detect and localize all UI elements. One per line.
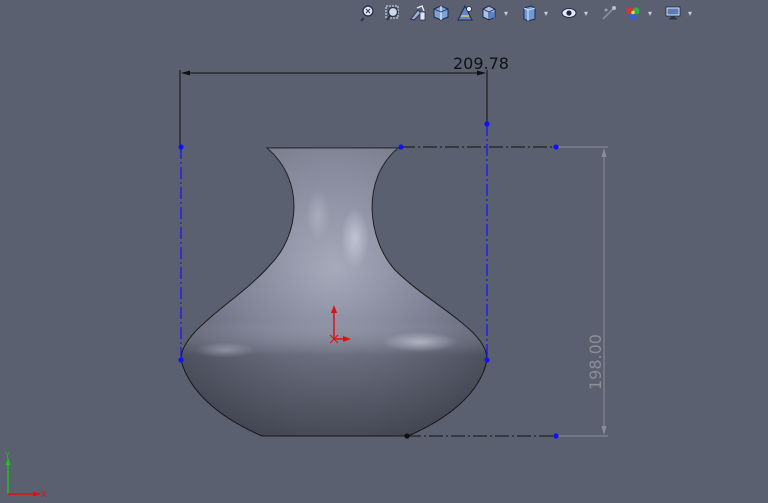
width-dimension[interactable]: 209.78	[179, 54, 509, 147]
view-settings-icon	[665, 6, 681, 20]
dynamic-annotation-view-button[interactable]	[454, 2, 476, 24]
section-view-button[interactable]	[430, 2, 452, 24]
zoom-to-area-icon	[385, 5, 399, 21]
display-style-button[interactable]	[518, 2, 540, 24]
dynamic-annotation-view-icon	[457, 4, 473, 21]
zoom-to-area-button[interactable]	[382, 2, 404, 24]
sketch-canvas[interactable]: 209.78 198.00 Y X	[0, 0, 768, 503]
apply-scene-button[interactable]	[622, 2, 644, 24]
height-dimension[interactable]: 198.00	[558, 146, 608, 437]
hide-show-items-button[interactable]	[558, 2, 580, 24]
reference-triad-icon[interactable]: Y X	[4, 451, 47, 499]
view-settings-dropdown[interactable]: ▾	[686, 2, 694, 24]
hide-show-items-icon	[561, 8, 577, 18]
apply-scene-dropdown[interactable]: ▾	[646, 2, 654, 24]
edit-appearance-button[interactable]	[598, 2, 620, 24]
zoom-to-fit-button[interactable]	[358, 2, 380, 24]
graphics-viewport[interactable]: 209.78 198.00 Y X ▾ ▾ ▾ ▾ ▾	[0, 0, 768, 503]
edit-appearance-icon	[602, 6, 616, 20]
width-dimension-value[interactable]: 209.78	[453, 54, 509, 73]
view-orientation-dropdown[interactable]: ▾	[502, 2, 510, 24]
view-orientation-button[interactable]	[478, 2, 500, 24]
triad-y-label: Y	[4, 451, 10, 460]
previous-view-button[interactable]	[406, 2, 428, 24]
height-dimension-value[interactable]: 198.00	[586, 334, 605, 390]
heads-up-view-toolbar: ▾ ▾ ▾ ▾ ▾	[358, 2, 694, 24]
display-style-icon	[523, 5, 536, 22]
display-style-dropdown[interactable]: ▾	[542, 2, 550, 24]
view-orientation-icon	[482, 5, 496, 21]
apply-scene-icon	[626, 7, 640, 20]
zoom-to-fit-icon	[360, 5, 374, 22]
previous-view-icon	[410, 5, 426, 21]
hide-show-items-dropdown[interactable]: ▾	[582, 2, 590, 24]
view-settings-button[interactable]	[662, 2, 684, 24]
section-view-icon	[433, 5, 449, 21]
triad-x-label: X	[41, 490, 47, 499]
vase-revolve-body[interactable]	[180, 147, 488, 437]
